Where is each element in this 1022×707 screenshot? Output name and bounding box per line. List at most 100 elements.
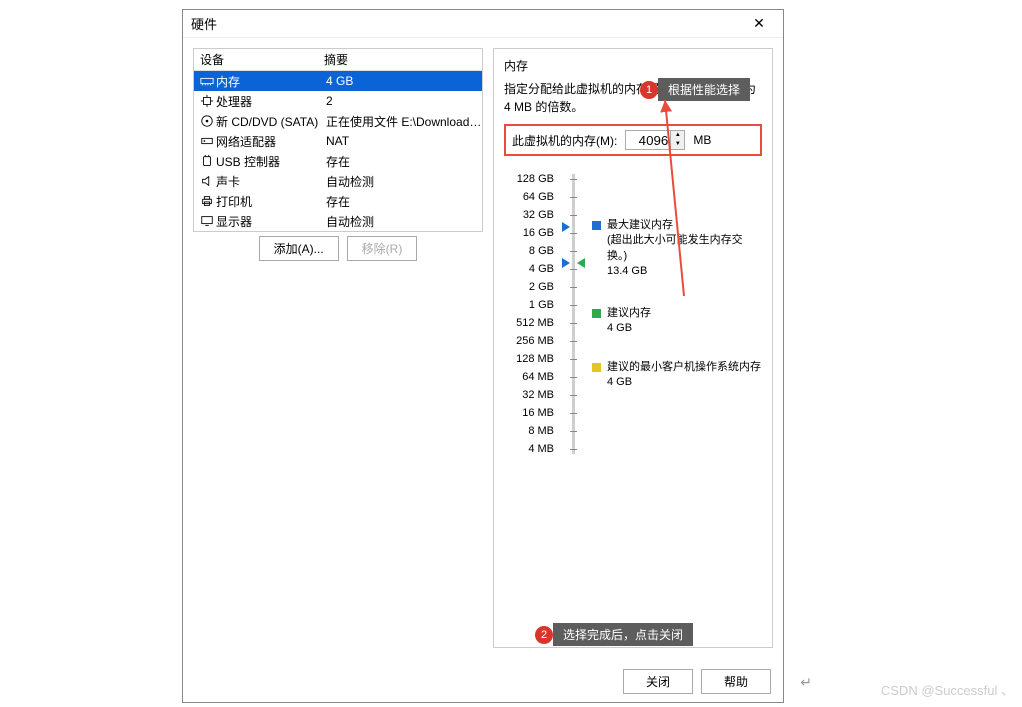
header-device: 设备 <box>194 51 324 68</box>
scale-label: 16 GB <box>504 224 554 242</box>
close-icon[interactable]: ✕ <box>743 15 775 32</box>
memory-input-label: 此虚拟机的内存(M): <box>512 132 617 149</box>
memory-icon <box>198 74 216 88</box>
min-rec-info: 建议的最小客户机操作系统内存 4 GB <box>592 360 761 391</box>
scale-label: 256 MB <box>504 332 554 350</box>
help-button[interactable]: 帮助 <box>701 669 771 694</box>
device-name: USB 控制器 <box>216 153 326 170</box>
memory-input-row: 此虚拟机的内存(M): ▲▼ MB <box>504 124 762 156</box>
scale-tick <box>570 215 577 216</box>
rec-title: 建议内存 <box>607 306 651 321</box>
min-rec-value: 4 GB <box>607 375 761 390</box>
scale-label: 64 MB <box>504 368 554 386</box>
yellow-square-icon <box>592 363 601 372</box>
disc-icon <box>198 114 216 128</box>
dialog-footer: 关闭 帮助 <box>623 669 771 694</box>
device-buttons: 添加(A)... 移除(R) <box>193 232 483 265</box>
scale-tick <box>570 377 577 378</box>
device-summary: 自动检测 <box>326 213 482 230</box>
device-summary: 2 <box>326 94 482 108</box>
table-row[interactable]: 打印机存在 <box>194 191 482 211</box>
display-icon <box>198 214 216 228</box>
table-row[interactable]: 内存4 GB <box>194 71 482 91</box>
scale-tick <box>570 251 577 252</box>
scale-label: 512 MB <box>504 314 554 332</box>
table-row[interactable]: 网络适配器NAT <box>194 131 482 151</box>
device-table-header: 设备 摘要 <box>194 49 482 71</box>
annotation-arrow-icon <box>649 96 689 306</box>
scale-track[interactable] <box>564 170 582 458</box>
green-square-icon <box>592 309 601 318</box>
device-name: 网络适配器 <box>216 133 326 150</box>
device-summary: 存在 <box>326 193 482 210</box>
scale-label: 16 MB <box>504 404 554 422</box>
rec-marker-icon <box>577 258 585 268</box>
titlebar: 硬件 ✕ <box>183 10 783 38</box>
device-list: 内存4 GB处理器2新 CD/DVD (SATA)正在使用文件 E:\Downl… <box>194 71 482 231</box>
scale-tick <box>570 287 577 288</box>
sound-icon <box>198 174 216 188</box>
watermark: CSDN @Successful 、 <box>881 680 1014 699</box>
min-rec-title: 建议的最小客户机操作系统内存 <box>607 360 761 375</box>
scale-labels: 128 GB64 GB32 GB16 GB8 GB4 GB2 GB1 GB512… <box>504 170 554 458</box>
scale-label: 32 GB <box>504 206 554 224</box>
device-summary: 存在 <box>326 153 482 170</box>
max-marker-icon <box>562 222 570 232</box>
scale-label: 128 MB <box>504 350 554 368</box>
track-line <box>572 174 575 454</box>
scale-label: 4 MB <box>504 440 554 458</box>
table-row[interactable]: 新 CD/DVD (SATA)正在使用文件 E:\Download\... <box>194 111 482 131</box>
scale-label: 64 GB <box>504 188 554 206</box>
close-button[interactable]: 关闭 <box>623 669 693 694</box>
table-row[interactable]: 显示器自动检测 <box>194 211 482 231</box>
device-summary: 4 GB <box>326 74 482 88</box>
scale-label: 2 GB <box>504 278 554 296</box>
device-name: 新 CD/DVD (SATA) <box>216 113 326 130</box>
cpu-icon <box>198 94 216 108</box>
table-row[interactable]: 处理器2 <box>194 91 482 111</box>
memory-title: 内存 <box>504 57 762 74</box>
scale-tick <box>570 323 577 324</box>
scale-tick <box>570 413 577 414</box>
scale-label: 128 GB <box>504 170 554 188</box>
rec-info: 建议内存 4 GB <box>592 306 651 337</box>
hardware-dialog: 硬件 ✕ 设备 摘要 内存4 GB处理器2新 CD/DVD (SATA)正在使用… <box>182 9 784 703</box>
paragraph-mark-icon: ↵ <box>800 674 812 691</box>
scale-label: 32 MB <box>504 386 554 404</box>
printer-icon <box>198 194 216 208</box>
device-panel: 设备 摘要 内存4 GB处理器2新 CD/DVD (SATA)正在使用文件 E:… <box>193 48 483 232</box>
dialog-title: 硬件 <box>191 14 743 33</box>
annotation-2-badge: 2 <box>535 626 553 644</box>
table-row[interactable]: USB 控制器存在 <box>194 151 482 171</box>
device-name: 打印机 <box>216 193 326 210</box>
remove-button[interactable]: 移除(R) <box>347 236 418 261</box>
scale-tick <box>570 269 577 270</box>
scale-tick <box>570 359 577 360</box>
memory-panel: 内存 指定分配给此虚拟机的内存量。内存大小必须为 4 MB 的倍数。 此虚拟机的… <box>493 48 773 648</box>
add-button[interactable]: 添加(A)... <box>259 236 339 261</box>
scale-label: 8 GB <box>504 242 554 260</box>
device-name: 声卡 <box>216 173 326 190</box>
scale-label: 4 GB <box>504 260 554 278</box>
scale-tick <box>570 197 577 198</box>
network-icon <box>198 134 216 148</box>
scale-tick <box>570 179 577 180</box>
annotation-2: 2 选择完成后，点击关闭 <box>535 623 693 646</box>
scale-tick <box>570 233 577 234</box>
rec-value: 4 GB <box>607 321 651 336</box>
device-summary: 自动检测 <box>326 173 482 190</box>
scale-tick <box>570 395 577 396</box>
table-row[interactable]: 声卡自动检测 <box>194 171 482 191</box>
device-name: 处理器 <box>216 93 326 110</box>
current-marker-icon[interactable] <box>562 258 570 268</box>
dialog-body: 设备 摘要 内存4 GB处理器2新 CD/DVD (SATA)正在使用文件 E:… <box>183 38 783 658</box>
memory-scale: 128 GB64 GB32 GB16 GB8 GB4 GB2 GB1 GB512… <box>504 170 762 458</box>
usb-icon <box>198 154 216 168</box>
scale-label: 1 GB <box>504 296 554 314</box>
scale-tick <box>570 449 577 450</box>
device-name: 显示器 <box>216 213 326 230</box>
annotation-2-text: 选择完成后，点击关闭 <box>553 623 693 646</box>
scale-label: 8 MB <box>504 422 554 440</box>
device-name: 内存 <box>216 73 326 90</box>
header-summary: 摘要 <box>324 51 482 68</box>
